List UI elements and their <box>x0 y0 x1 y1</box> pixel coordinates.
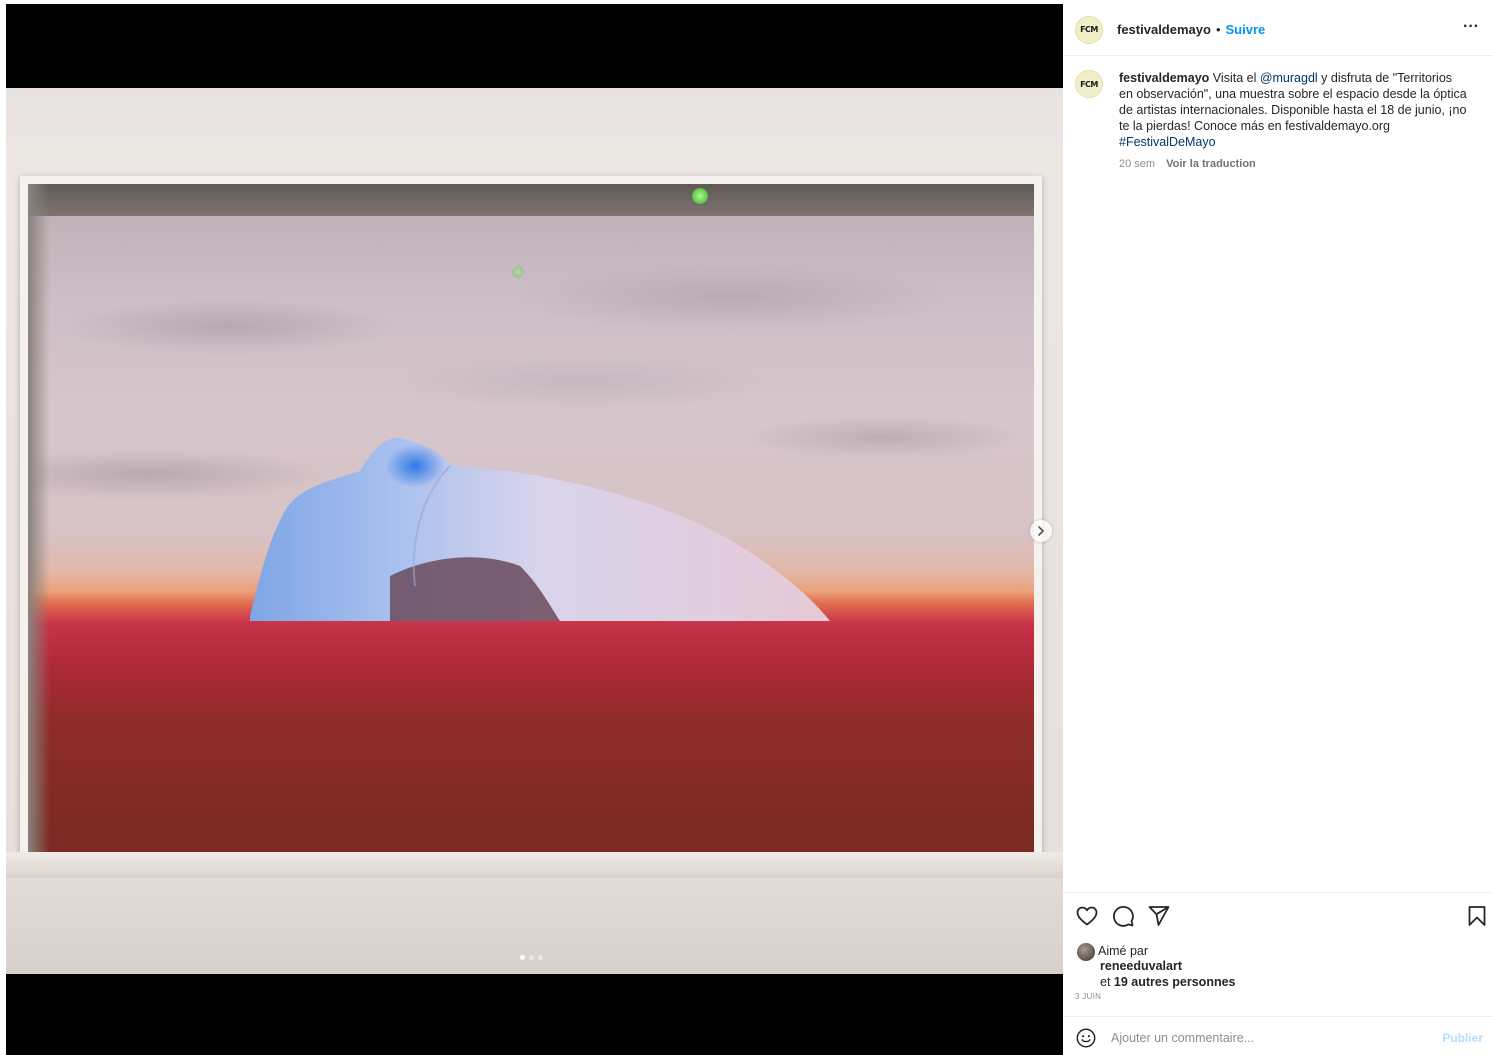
header-username[interactable]: festivaldemayo <box>1117 22 1211 37</box>
light-reflection <box>512 266 524 278</box>
divider <box>1063 892 1493 893</box>
follow-button[interactable]: Suivre <box>1226 22 1266 37</box>
carousel-dot <box>529 955 534 960</box>
liked-by-label: Aimé par <box>1098 944 1149 959</box>
emoji-icon[interactable] <box>1075 1027 1097 1049</box>
avatar[interactable]: FCM <box>1075 15 1103 44</box>
action-bar <box>1075 904 1489 930</box>
light-reflection <box>692 188 708 204</box>
publish-button[interactable]: Publier <box>1442 1031 1483 1045</box>
avatar[interactable]: FCM <box>1075 70 1103 98</box>
liker-username[interactable]: reneeduvalart <box>1100 959 1182 973</box>
likes-count[interactable]: et 19 autres personnes <box>1100 975 1236 989</box>
iceberg-shape <box>250 437 830 621</box>
carousel-dot <box>538 955 543 960</box>
carousel-dot <box>520 955 525 960</box>
caption-meta: 20 sem Voir la traduction <box>1119 156 1469 172</box>
comment-composer: Publier <box>1075 1024 1489 1052</box>
send-icon[interactable] <box>1147 904 1171 928</box>
comment-input[interactable] <box>1111 1031 1443 1045</box>
carousel-next-button[interactable] <box>1030 520 1052 542</box>
divider <box>1063 1016 1493 1017</box>
separator: • <box>1215 22 1221 37</box>
see-translation-button[interactable]: Voir la traduction <box>1166 158 1256 170</box>
artwork-image <box>28 216 1034 852</box>
mention-link[interactable]: @muragdl <box>1260 71 1318 85</box>
carousel-indicator <box>520 955 543 960</box>
post-date[interactable]: 3 JUIN <box>1075 992 1101 1001</box>
artwork-frame <box>20 176 1042 860</box>
frame-shelf <box>6 852 1063 878</box>
post-photo <box>6 88 1063 974</box>
more-options-icon[interactable]: ··· <box>1463 18 1479 36</box>
post-media[interactable] <box>6 4 1063 1055</box>
heart-icon[interactable] <box>1075 904 1099 928</box>
post-sidebar: FCM festivaldemayo • Suivre ··· FCM fest… <box>1063 4 1493 1055</box>
hashtag-link[interactable]: #FestivalDeMayo <box>1119 135 1216 149</box>
bookmark-icon[interactable] <box>1465 904 1489 928</box>
caption-text: festivaldemayo Visita el @muragdl y disf… <box>1119 71 1467 149</box>
caption-username[interactable]: festivaldemayo <box>1119 71 1209 85</box>
post-header: FCM festivaldemayo • Suivre ··· <box>1063 4 1493 56</box>
caption: FCM festivaldemayo Visita el @muragdl y … <box>1075 70 1475 172</box>
chevron-right-icon <box>1038 526 1044 536</box>
liker-avatar[interactable] <box>1077 943 1095 961</box>
comment-icon[interactable] <box>1111 904 1135 928</box>
post-age[interactable]: 20 sem <box>1119 158 1155 170</box>
